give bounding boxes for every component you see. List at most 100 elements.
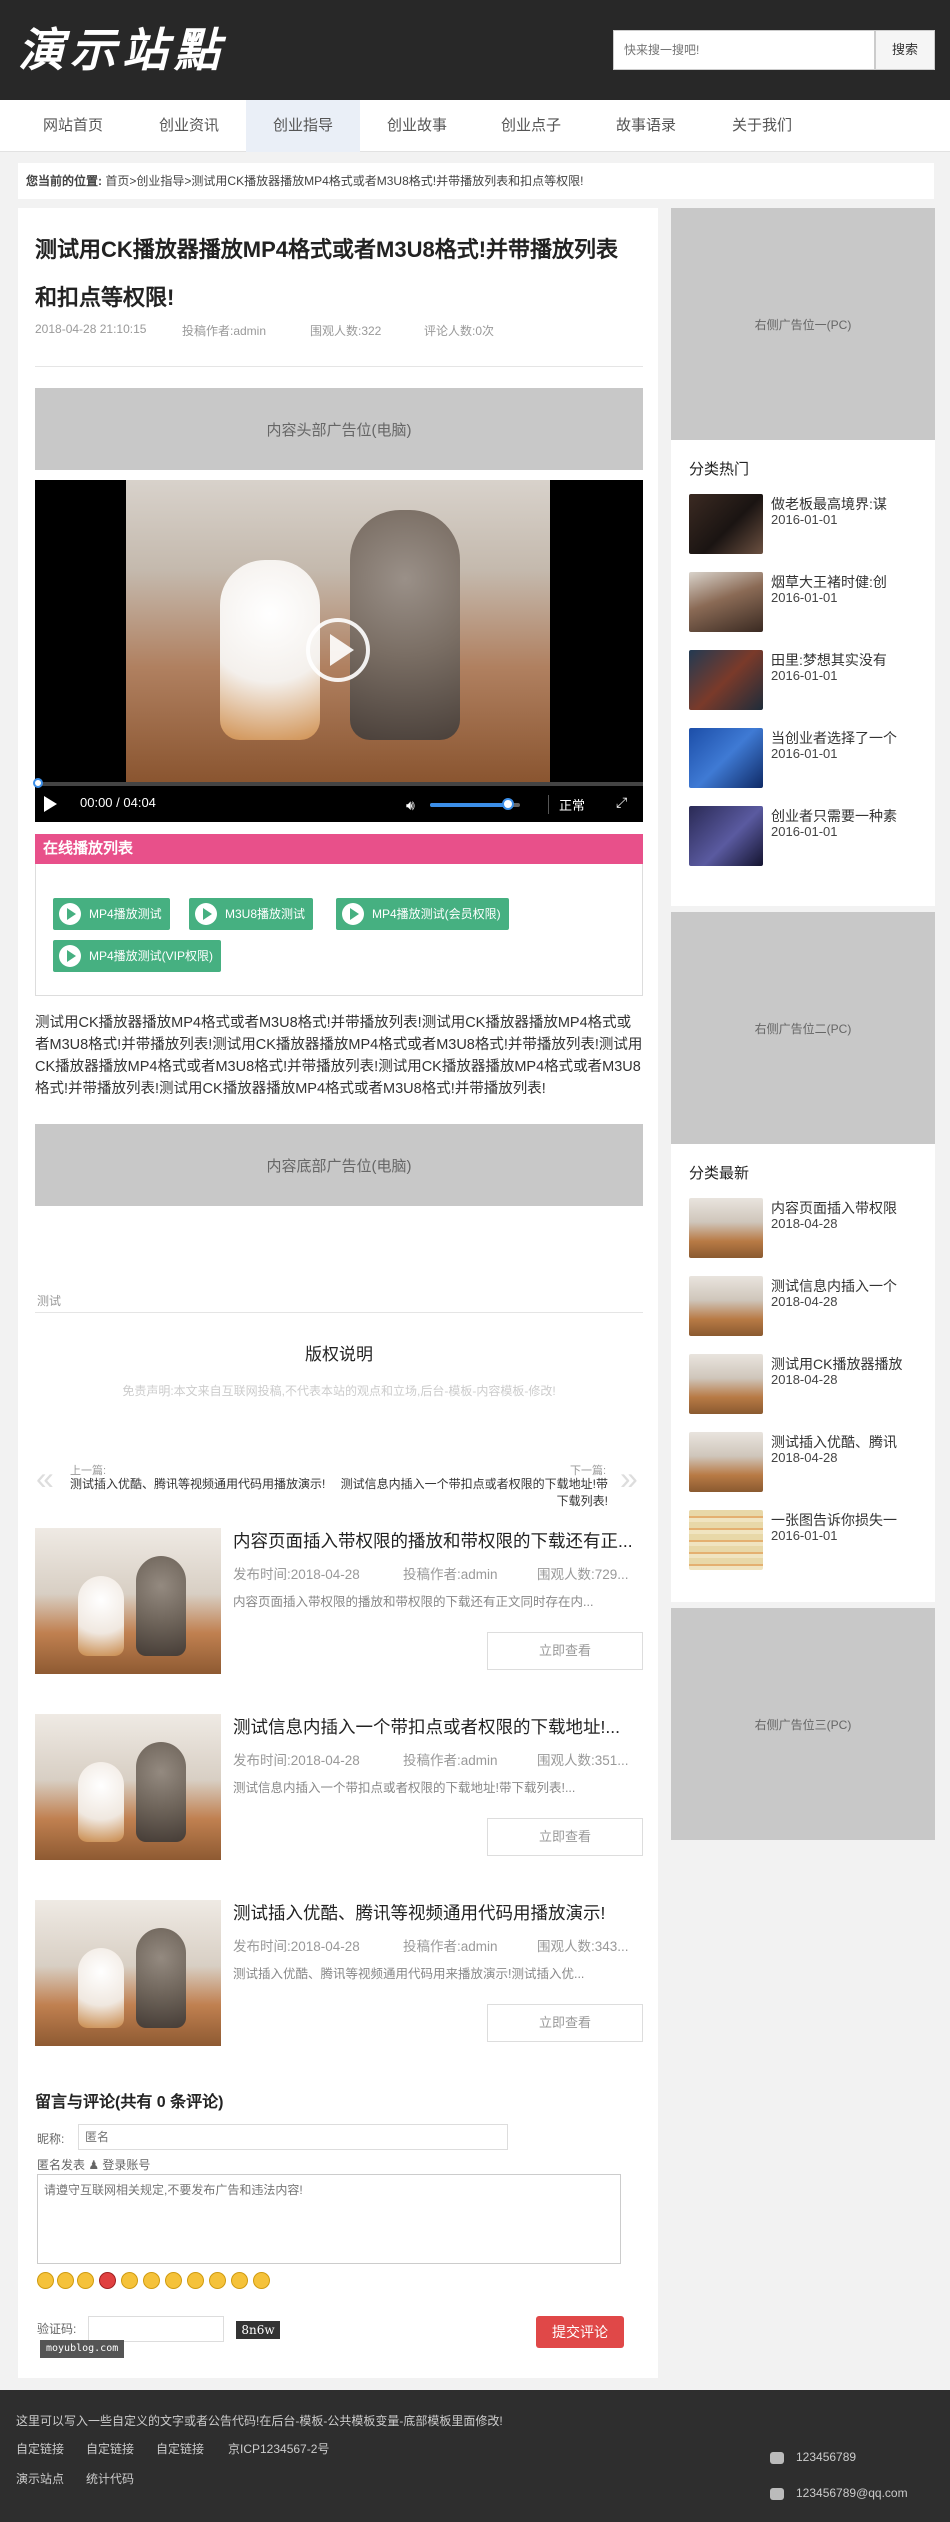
emoji-icon[interactable] [37,2272,54,2289]
emoji-icon[interactable] [165,2272,182,2289]
related-views: 围观人数:343... [537,1939,629,1954]
breadcrumb-home[interactable]: 首页 [105,174,129,188]
footer-site-name[interactable]: 演示站点 [16,2470,64,2487]
sidebar-item-date: 2016-01-01 [771,824,838,839]
footer-link[interactable]: 自定链接 [156,2440,204,2457]
sidebar-thumbnail[interactable] [689,1354,763,1414]
view-button[interactable]: 立即查看 [487,2004,643,2042]
emoji-icon[interactable] [253,2272,270,2289]
captcha-image[interactable]: 8n6w [236,2321,280,2339]
video-progress-bar[interactable] [35,782,643,786]
sidebar-item-title[interactable]: 内容页面插入带权限 [771,1198,911,1218]
sidebar-item-title[interactable]: 一张图告诉你损失一 [771,1510,911,1530]
emoji-icon[interactable] [99,2272,116,2289]
emoji-icon[interactable] [231,2272,248,2289]
emoji-icon[interactable] [77,2272,94,2289]
nav-item-news[interactable]: 创业资讯 [132,100,246,152]
sidebar-ad-2[interactable]: 右侧广告位二(PC) [671,912,935,1144]
captcha-label: 验证码: [37,2322,77,2336]
sidebar-thumbnail[interactable] [689,806,763,866]
sidebar-item-title[interactable]: 测试用CK播放器播放 [771,1354,911,1374]
submit-comment-button[interactable]: 提交评论 [536,2316,624,2348]
playlist-item-label: MP4播放测试 [89,907,162,921]
video-time: 00:00 / 04:04 [80,795,156,810]
sidebar-item-title[interactable]: 当创业者选择了一个 [771,728,911,748]
speed-button[interactable]: 正常 [548,795,585,814]
emoji-icon[interactable] [121,2272,138,2289]
site-logo[interactable]: 演示站點 [18,22,226,78]
nav-item-about[interactable]: 关于我们 [704,100,820,152]
emoji-icon[interactable] [57,2272,74,2289]
prev-link[interactable]: 测试插入优酷、腾讯等视频通用代码用播放演示! [70,1476,340,1493]
prev-arrow-icon[interactable]: « [36,1462,54,1494]
video-progress-handle[interactable] [33,778,43,788]
related-thumbnail[interactable] [35,1714,221,1860]
sidebar-item-date: 2018-04-28 [771,1372,838,1387]
sidebar-thumbnail[interactable] [689,572,763,632]
sidebar-item-date: 2018-04-28 [771,1294,838,1309]
ad-content-bottom[interactable]: 内容底部广告位(电脑) [35,1124,643,1206]
sidebar-thumbnail[interactable] [689,1198,763,1258]
related-title[interactable]: 测试插入优酷、腾讯等视频通用代码用播放演示! [233,1900,633,1925]
breadcrumb-label: 您当前的位置: [26,174,102,188]
sidebar-thumbnail[interactable] [689,650,763,710]
nav-item-stories[interactable]: 创业故事 [360,100,474,152]
related-thumbnail[interactable] [35,1900,221,2046]
sidebar-item-title[interactable]: 测试信息内插入一个 [771,1276,911,1296]
sidebar-item-title[interactable]: 做老板最高境界:谋 [771,494,911,514]
nav-item-ideas[interactable]: 创业点子 [474,100,588,152]
playlist-item[interactable]: MP4播放测试(会员权限) [336,898,509,930]
playlist-item[interactable]: M3U8播放测试 [189,898,314,930]
nickname-input[interactable] [78,2124,508,2150]
volume-icon[interactable]: 🔊︎ [406,797,422,813]
search-input[interactable] [613,30,875,70]
ad-content-top[interactable]: 内容头部广告位(电脑) [35,388,643,470]
playlist-item[interactable]: MP4播放测试(VIP权限) [53,940,222,972]
sidebar-thumbnail[interactable] [689,494,763,554]
emoji-icon[interactable] [143,2272,160,2289]
captcha-input[interactable] [88,2316,224,2342]
playlist-item[interactable]: MP4播放测试 [53,898,170,930]
sidebar-item-title[interactable]: 测试插入优酷、腾讯 [771,1432,911,1452]
breadcrumb-current[interactable]: 测试用CK播放器播放MP4格式或者M3U8格式!并带播放列表和扣点等权限! [191,174,583,188]
sidebar-thumbnail[interactable] [689,728,763,788]
breadcrumb-category[interactable]: 创业指导 [136,174,184,188]
sidebar-thumbnail[interactable] [689,1510,763,1570]
anonymous-login-link[interactable]: 匿名发表 ♟ 登录账号 [37,2156,150,2173]
view-button[interactable]: 立即查看 [487,1632,643,1670]
footer-link[interactable]: 自定链接 [86,2440,134,2457]
sidebar-item-title[interactable]: 创业者只需要一种素 [771,806,911,826]
play-icon[interactable] [44,796,57,812]
related-title[interactable]: 测试信息内插入一个带扣点或者权限的下载地址!... [233,1714,633,1739]
play-circle-icon [342,903,364,925]
sidebar-thumbnail[interactable] [689,1276,763,1336]
next-arrow-icon[interactable]: » [620,1462,638,1494]
sidebar-item-title[interactable]: 田里:梦想其实没有 [771,650,911,670]
next-link[interactable]: 测试信息内插入一个带扣点或者权限的下载地址!带下载列表! [338,1476,608,1510]
emoji-icon[interactable] [187,2272,204,2289]
nav-item-guide[interactable]: 创业指导 [246,100,360,152]
sidebar-ad-1[interactable]: 右侧广告位一(PC) [671,208,935,440]
article-tag[interactable]: 测试 [37,1292,61,1309]
nickname-label: 昵称: [37,2132,65,2146]
comment-textarea[interactable] [37,2174,621,2264]
footer-link[interactable]: 自定链接 [16,2440,64,2457]
volume-handle[interactable] [502,798,514,810]
related-thumbnail[interactable] [35,1528,221,1674]
fullscreen-icon[interactable]: ⤢ [616,794,632,810]
sidebar-item-title[interactable]: 烟草大王褚时健:创 [771,572,911,592]
sidebar-thumbnail[interactable] [689,1432,763,1492]
nav-item-home[interactable]: 网站首页 [14,100,132,152]
divider [35,1312,643,1313]
view-button[interactable]: 立即查看 [487,1818,643,1856]
sidebar-ad-3[interactable]: 右侧广告位三(PC) [671,1608,935,1840]
emoji-icon[interactable] [209,2272,226,2289]
related-views: 围观人数:351... [537,1753,629,1768]
play-circle-icon [59,903,81,925]
footer-email[interactable]: 123456789@qq.com [796,2486,908,2500]
nav-item-quotes[interactable]: 故事语录 [588,100,704,152]
search-button[interactable]: 搜索 [875,30,935,70]
article-title: 测试用CK播放器播放MP4格式或者M3U8格式!并带播放列表和扣点等权限! [35,237,619,310]
related-title[interactable]: 内容页面插入带权限的播放和带权限的下载还有正... [233,1528,633,1553]
footer-icp-link[interactable]: 京ICP1234567-2号 [228,2440,329,2457]
